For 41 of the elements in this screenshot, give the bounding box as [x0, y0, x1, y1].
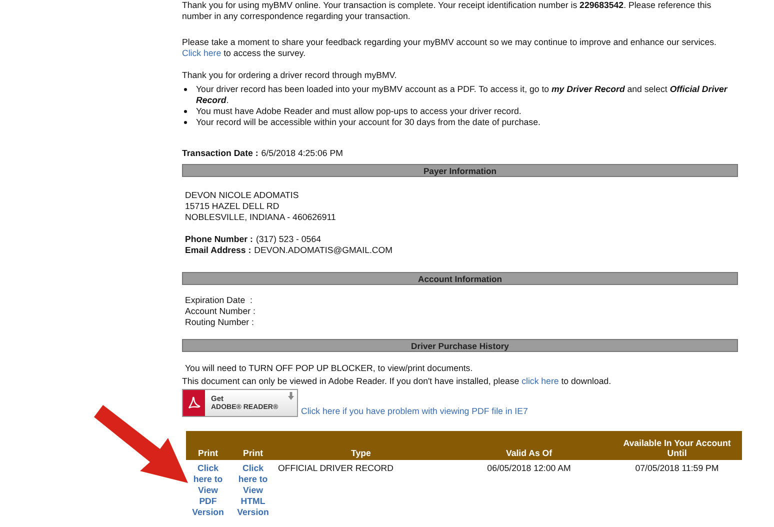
feedback-message: Please take a moment to share your feedback regarding your myBMV account so we may continue to improve and enhance our services. Click here to access the survey. — [182, 37, 718, 59]
pdf-logo-icon — [183, 390, 205, 416]
field-value: DEVON.ADOMATIS@GMAIL.COM — [254, 245, 392, 256]
column-header: Available In Your Account Until — [612, 431, 742, 460]
column-header: Valid As Of — [446, 431, 612, 460]
address-line: NOBLESVILLE, INDIANA - 460626911 — [185, 212, 337, 223]
bullet-icon — [184, 88, 187, 91]
field-label: Routing Number : — [185, 317, 255, 328]
column-header: Type — [276, 431, 446, 460]
arrow-icon — [94, 405, 188, 483]
transaction-date-label: Transaction Date : — [182, 148, 258, 159]
bullet-text: Your record will be accessible within your account for 30 days from the date of purchase. — [196, 117, 540, 128]
bullet-icon — [184, 110, 187, 113]
survey-link[interactable]: Click here — [182, 48, 222, 58]
address-line: 15715 HAZEL DELL RD — [185, 201, 280, 212]
section-header: Payer Information — [182, 164, 738, 177]
table-cell: OFFICIAL DRIVER RECORD — [278, 463, 394, 473]
ie7-help-link[interactable]: Click here if you have problem with viewing PDF file in IE7 — [301, 406, 528, 417]
bullet-text: Your driver record has been loaded into your myBMV account as a PDF. To access it, go to my Driver Record and select Official Driver Record. — [196, 84, 729, 106]
field-label: Phone Number : — [185, 234, 253, 245]
field-label: Expiration Date : — [185, 295, 254, 306]
field-label: Account Number : — [185, 306, 256, 317]
field-value: (317) 523 - 0564 — [256, 234, 321, 245]
reader-note: This document can only be viewed in Adobe Reader. If you don't have installed, please click here to download. — [182, 376, 612, 387]
section-header: Driver Purchase History — [182, 339, 738, 352]
address-line: DEVON NICOLE ADOMATIS — [185, 190, 300, 201]
bullet-text: You must have Adobe Reader and must allow pop-ups to access your driver record. — [196, 106, 522, 117]
column-header: Print — [230, 431, 276, 460]
thanks-message: Thank you for ordering a driver record through myBMV. — [182, 70, 398, 81]
download-link[interactable]: click here — [522, 376, 559, 386]
table-cell: 06/05/2018 12:00 AM — [487, 463, 571, 473]
view-pdf-link[interactable]: Click here to View PDF Version — [190, 463, 226, 518]
receipt-message: Thank you for using myBMV online. Your transaction is complete. Your receipt identification number is 229683542. Please reference this number in any correspondence regarding your transaction. — [182, 0, 712, 22]
section-header: Account Information — [182, 272, 738, 285]
field-label: Email Address : — [185, 245, 252, 256]
popup-notice: You will need to TURN OFF POP UP BLOCKER, to view/print documents. — [185, 363, 474, 374]
table-cell: 07/05/2018 11:59 PM — [635, 463, 719, 473]
view-html-link[interactable]: Click here to View HTML Version — [234, 463, 272, 518]
transaction-date-value: 6/5/2018 4:25:06 PM — [261, 148, 343, 159]
bullet-icon — [184, 121, 187, 124]
column-header: Print — [186, 431, 230, 460]
